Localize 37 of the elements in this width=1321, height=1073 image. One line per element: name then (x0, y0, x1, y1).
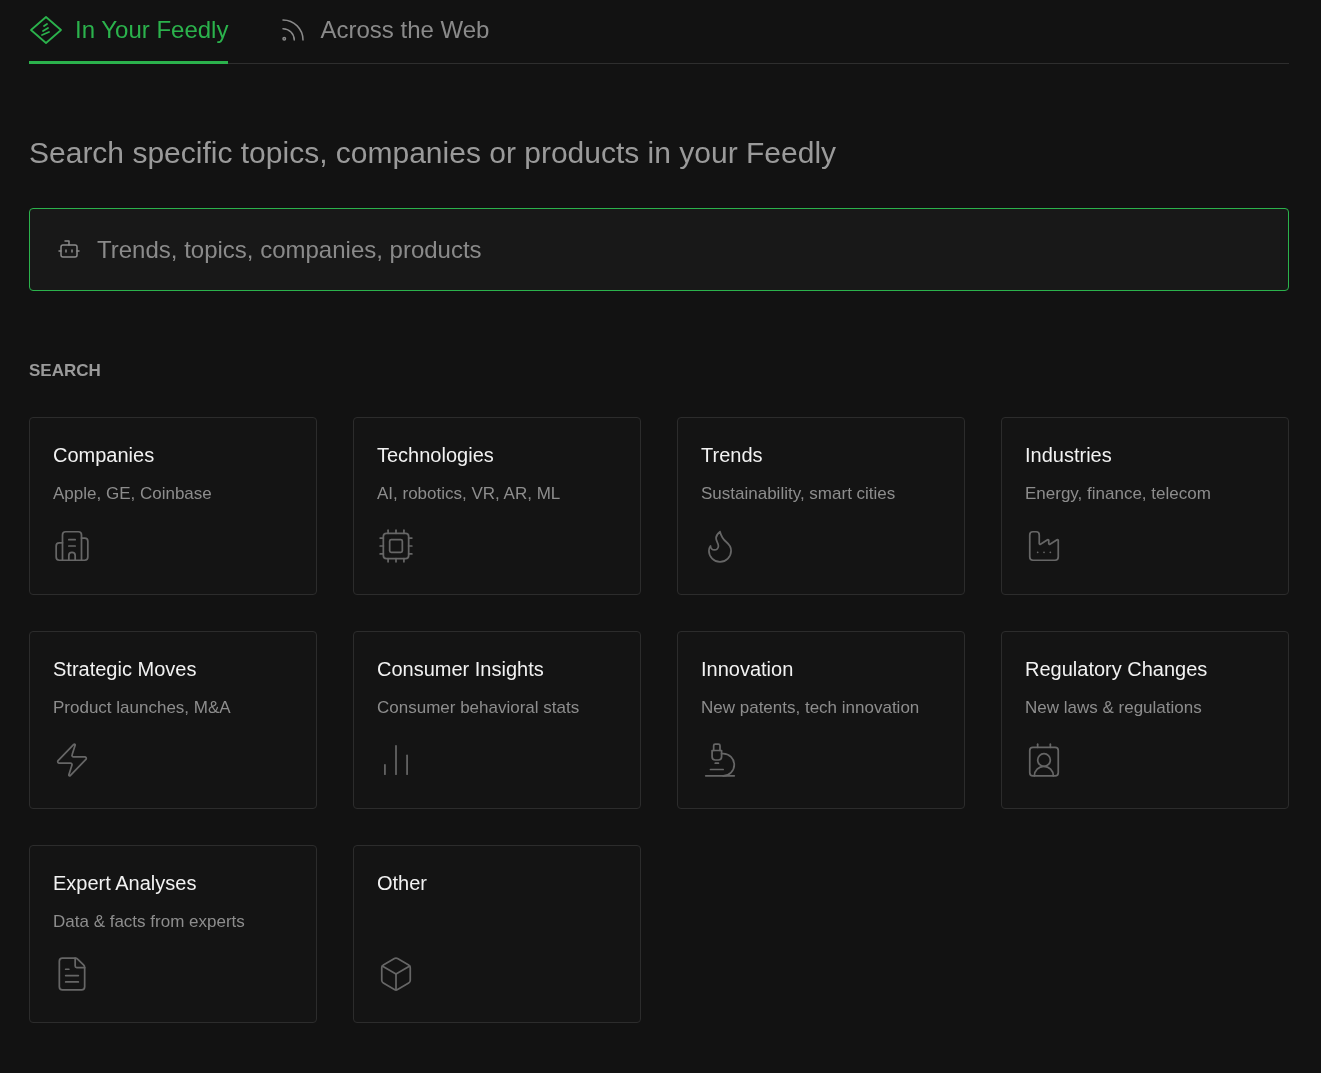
category-card[interactable]: Companies Apple, GE, Coinbase (29, 417, 317, 595)
card-title: Regulatory Changes (1025, 658, 1209, 681)
category-card[interactable]: Technologies AI, robotics, VR, AR, ML (353, 417, 641, 595)
tab[interactable]: In Your Feedly (29, 0, 229, 64)
tab[interactable]: Across the Web (278, 0, 490, 64)
category-card[interactable]: Expert Analyses Data & facts from experts (29, 845, 317, 1023)
category-card[interactable]: Regulatory Changes New laws & regulations (1001, 631, 1289, 809)
category-card[interactable]: Innovation New patents, tech innovation (677, 631, 965, 809)
card-subtitle: Product launches, M&A (53, 698, 232, 718)
card-subtitle: New laws & regulations (1025, 698, 1203, 718)
card-subtitle: Energy, finance, telecom (1025, 484, 1212, 504)
card-subtitle: Data & facts from experts (53, 912, 246, 932)
category-card[interactable]: Trends Sustainability, smart cities (677, 417, 965, 595)
section-label: SEARCH (29, 361, 102, 381)
category-card[interactable]: Other (353, 845, 641, 1023)
category-card[interactable]: Industries Energy, finance, telecom (1001, 417, 1289, 595)
card-title: Industries (1025, 444, 1113, 467)
card-title: Trends (701, 444, 764, 467)
category-card[interactable]: Consumer Insights Consumer behavioral stats (353, 631, 641, 809)
card-subtitle: Sustainability, smart cities (701, 484, 897, 504)
chip-icon (377, 527, 415, 565)
category-card[interactable]: Strategic Moves Product launches, M&A (29, 631, 317, 809)
bot-icon (57, 237, 81, 261)
feedly-logo-icon (29, 14, 63, 45)
card-subtitle: New patents, tech innovation (701, 698, 921, 718)
card-subtitle: Apple, GE, Coinbase (53, 484, 213, 504)
card-subtitle: AI, robotics, VR, AR, ML (377, 484, 562, 504)
card-title: Companies (53, 444, 156, 467)
card-title: Consumer Insights (377, 658, 545, 681)
search-field[interactable]: Trends, topics, companies, products (29, 208, 1289, 291)
card-subtitle: Consumer behavioral stats (377, 698, 581, 718)
card-title: Strategic Moves (53, 658, 198, 681)
page-heading: Search specific topics, companies or products in your Feedly (29, 136, 838, 170)
card-title: Other (377, 872, 429, 895)
card-title: Innovation (701, 658, 795, 681)
card-title: Technologies (377, 444, 495, 467)
card-title: Expert Analyses (53, 872, 198, 895)
